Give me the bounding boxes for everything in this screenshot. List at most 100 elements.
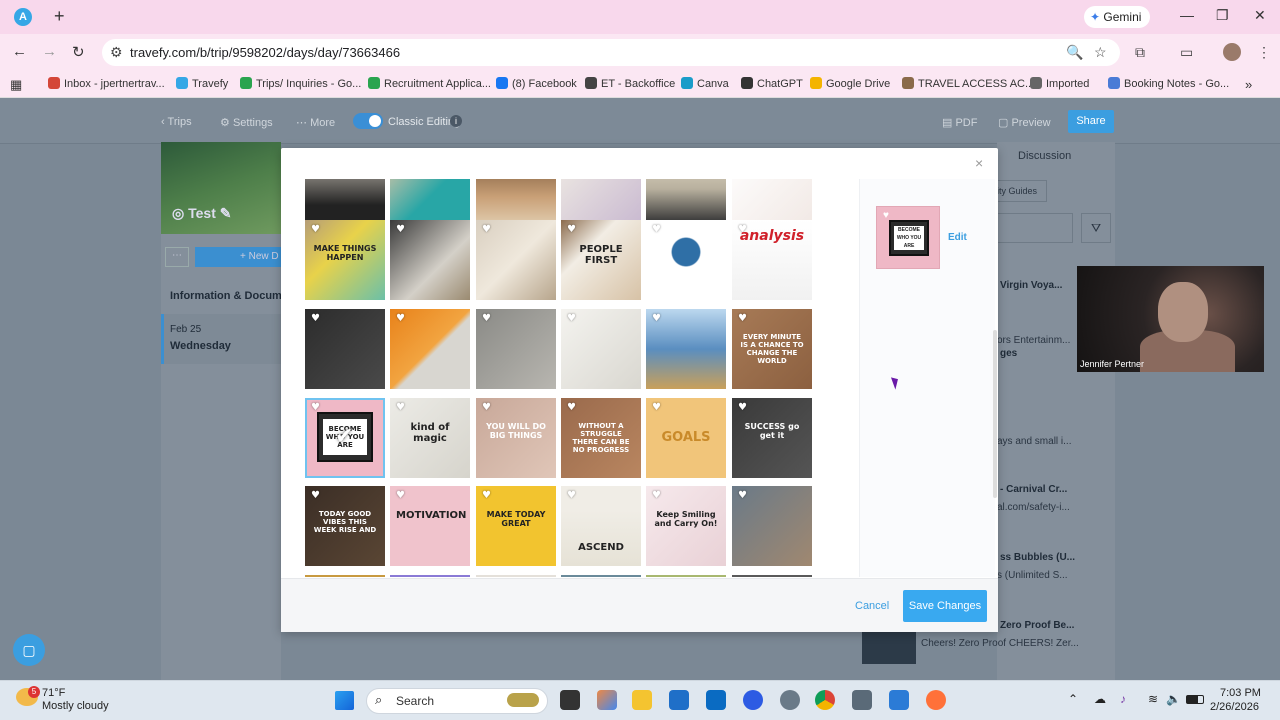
bookmark-item[interactable]: TRAVEL ACCESS AC... bbox=[902, 77, 1034, 90]
dell-icon[interactable] bbox=[706, 690, 726, 710]
favorite-heart-icon[interactable]: ♥ bbox=[396, 224, 405, 235]
extensions-icon[interactable]: ⧉ bbox=[1135, 44, 1145, 61]
site-info-icon[interactable]: ⚙ bbox=[110, 44, 123, 61]
favorite-heart-icon[interactable]: ♥ bbox=[738, 313, 747, 324]
image-tile[interactable]: ♥ bbox=[390, 309, 470, 389]
close-window-icon[interactable]: ✕ bbox=[1254, 7, 1266, 24]
favorite-heart-icon[interactable]: ♥ bbox=[482, 402, 491, 413]
image-tile[interactable]: ♥ bbox=[646, 309, 726, 389]
pdf-button[interactable]: ▤ PDF bbox=[942, 116, 977, 129]
forward-icon[interactable]: → bbox=[42, 43, 57, 60]
chat-bubble-icon[interactable]: ▢ bbox=[13, 634, 45, 666]
info-documents-header[interactable]: Information & Documen bbox=[170, 290, 295, 302]
image-tile[interactable]: ♥ bbox=[646, 575, 726, 577]
image-tile[interactable]: ♥ bbox=[646, 220, 726, 300]
zoom-icon[interactable]: 🔍 bbox=[1066, 44, 1083, 61]
image-tile[interactable]: ♥ Keep Smiling and Carry On! bbox=[646, 486, 726, 566]
favorite-heart-icon[interactable]: ♥ bbox=[311, 224, 320, 235]
favorite-heart-icon[interactable]: ♥ bbox=[738, 402, 747, 413]
image-tile[interactable]: ♥ bbox=[305, 309, 385, 389]
favorite-heart-icon[interactable]: ♥ bbox=[567, 313, 576, 324]
image-tile[interactable]: ♥ bbox=[561, 575, 641, 577]
bookmark-item[interactable]: Trips/ Inquiries - Go... bbox=[240, 77, 361, 90]
bookmark-item[interactable]: Canva bbox=[681, 77, 729, 90]
favorite-heart-icon[interactable]: ♥ bbox=[652, 313, 661, 324]
bookmark-item[interactable]: ChatGPT bbox=[741, 77, 803, 90]
battery-icon[interactable] bbox=[1186, 695, 1204, 704]
image-tile[interactable]: ♥ MOTIVATION bbox=[390, 486, 470, 566]
image-tile[interactable]: ♥ MAKE TODAY GREAT bbox=[476, 486, 556, 566]
search-field[interactable] bbox=[997, 213, 1073, 243]
filter-icon[interactable]: ⛛ bbox=[1081, 213, 1111, 243]
modal-scrollbar[interactable] bbox=[993, 330, 997, 498]
new-day-button[interactable]: + New D bbox=[195, 247, 285, 267]
guides-button[interactable]: ity Guides bbox=[997, 180, 1047, 202]
firefox-icon[interactable] bbox=[926, 690, 946, 710]
gemini-button[interactable]: ✦ Gemini bbox=[1084, 6, 1150, 28]
bookmark-item[interactable]: Imported bbox=[1030, 77, 1089, 90]
bookmark-star-icon[interactable]: ☆ bbox=[1094, 44, 1107, 61]
chrome-icon[interactable] bbox=[815, 690, 835, 710]
close-modal-icon[interactable]: × bbox=[975, 155, 983, 171]
image-tile[interactable]: ♥ ASCEND bbox=[561, 486, 641, 566]
image-tile[interactable]: ♥ BECOME WHO YOU ARE ✔ bbox=[305, 398, 385, 478]
favorite-heart-icon[interactable]: ♥ bbox=[311, 490, 320, 501]
cancel-button[interactable]: Cancel bbox=[855, 600, 889, 612]
favorite-heart-icon[interactable]: ♥ bbox=[311, 313, 320, 324]
back-icon[interactable]: ← bbox=[12, 43, 27, 60]
image-tile[interactable]: ♥ YOU WILL DO BIG THINGS bbox=[476, 398, 556, 478]
windows-start-icon[interactable] bbox=[335, 691, 354, 710]
favorite-heart-icon[interactable]: ♥ bbox=[482, 224, 491, 235]
nav-trips[interactable]: ‹ Trips bbox=[161, 116, 192, 128]
day-options-button[interactable]: ⋯ bbox=[165, 247, 189, 267]
image-tile[interactable]: ♥ analysis bbox=[732, 220, 812, 300]
menu-icon[interactable]: ⋮ bbox=[1257, 44, 1271, 61]
favorite-heart-icon[interactable]: ♥ bbox=[396, 490, 405, 501]
image-tile[interactable]: ♥ EVERY MINUTE IS A CHANCE TO CHANGE THE … bbox=[732, 309, 812, 389]
url-text[interactable]: travefy.com/b/trip/9598202/days/day/7366… bbox=[130, 45, 400, 60]
profile-avatar[interactable] bbox=[1223, 43, 1241, 61]
favorite-heart-icon[interactable]: ♥ bbox=[482, 490, 491, 501]
image-tile[interactable]: ♥ bbox=[476, 309, 556, 389]
nav-settings[interactable]: ⚙ Settings bbox=[220, 116, 273, 129]
image-tile[interactable]: ♥ bbox=[476, 220, 556, 300]
image-tile[interactable]: ♥ kind of magic bbox=[390, 398, 470, 478]
image-tile[interactable]: ♥ SUCCESS go get it bbox=[732, 398, 812, 478]
favorite-heart-icon[interactable]: ♥ bbox=[482, 313, 491, 324]
favorite-heart-icon[interactable]: ♥ bbox=[652, 490, 661, 501]
cloud-icon[interactable]: ☁ bbox=[1094, 692, 1106, 706]
tray-chevron-icon[interactable]: ⌃ bbox=[1068, 692, 1078, 706]
favorite-heart-icon[interactable]: ♥ bbox=[738, 490, 747, 501]
day-item[interactable] bbox=[161, 314, 281, 364]
file-explorer-icon[interactable] bbox=[632, 690, 652, 710]
image-tile[interactable]: ♥ WITHOUT A STRUGGLE THERE CAN BE NO PROG… bbox=[561, 398, 641, 478]
new-tab-button[interactable]: + bbox=[54, 6, 65, 27]
more-bookmarks-icon[interactable]: » bbox=[1245, 77, 1252, 92]
outlook-icon[interactable] bbox=[889, 690, 909, 710]
volume-icon[interactable]: 🔈 bbox=[1166, 692, 1181, 706]
bookmark-item[interactable]: (8) Facebook bbox=[496, 77, 577, 90]
image-tile[interactable]: ♥ GOALS bbox=[646, 398, 726, 478]
store-icon[interactable] bbox=[669, 690, 689, 710]
image-tile[interactable]: ♥ bbox=[732, 486, 812, 566]
favorite-heart-icon[interactable]: ♥ bbox=[567, 402, 576, 413]
minimize-icon[interactable]: — bbox=[1180, 7, 1194, 23]
task-view-icon[interactable] bbox=[560, 690, 580, 710]
share-button[interactable]: Share bbox=[1068, 110, 1114, 133]
bookmark-item[interactable]: Inbox - jpertnertrav... bbox=[48, 77, 165, 90]
reload-icon[interactable]: ↻ bbox=[72, 43, 85, 61]
save-changes-button[interactable]: Save Changes bbox=[903, 590, 987, 622]
settings-app-icon[interactable] bbox=[780, 690, 800, 710]
bookmark-item[interactable]: Recruitment Applica... bbox=[368, 77, 491, 90]
image-tile[interactable]: ♥ bbox=[561, 309, 641, 389]
weather-desc[interactable]: Mostly cloudy bbox=[42, 700, 109, 712]
info-icon[interactable]: i bbox=[450, 115, 462, 127]
right-item-title[interactable]: ss Bubbles (U... bbox=[1000, 552, 1075, 563]
copilot-icon[interactable] bbox=[597, 690, 617, 710]
preview-button[interactable]: ▢ Preview bbox=[998, 116, 1051, 129]
favorite-heart-icon[interactable]: ♥ bbox=[652, 402, 661, 413]
bookmark-item[interactable]: ET - Backoffice bbox=[585, 77, 675, 90]
wifi-icon[interactable]: ≋ bbox=[1148, 692, 1158, 706]
image-tile[interactable]: ♥ bbox=[390, 220, 470, 300]
image-tile[interactable]: ♥ bbox=[305, 575, 385, 577]
